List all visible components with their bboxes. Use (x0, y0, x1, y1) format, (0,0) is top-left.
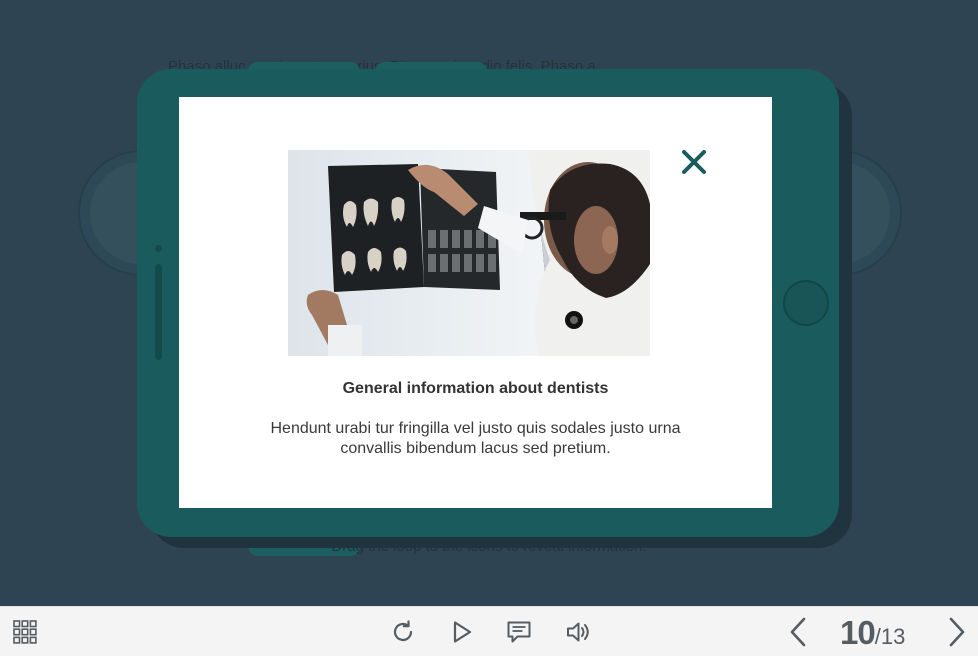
modal-title: General information about dentists (342, 380, 609, 397)
captions-icon (507, 621, 531, 643)
info-modal: General information about dentists Hendu… (179, 97, 772, 508)
dentist-xray-photo (288, 150, 650, 356)
volume-icon (567, 622, 589, 642)
grid-icon (13, 620, 37, 644)
play-icon (453, 621, 472, 643)
slide-counter: 10 / 13 (840, 614, 906, 651)
current-slide-number: 10 (840, 614, 876, 651)
play-button[interactable] (448, 617, 476, 647)
tablet-side-slot (155, 264, 162, 360)
chevron-right-icon (949, 617, 965, 647)
tablet-home-button (783, 280, 829, 326)
player-toolbar: 10 / 13 (0, 606, 978, 656)
tablet-camera (155, 245, 162, 252)
chevron-left-icon (790, 617, 806, 647)
previous-slide-button[interactable] (785, 617, 811, 647)
total-slides-number: 13 (880, 624, 906, 649)
captions-button[interactable] (504, 617, 534, 647)
menu-button[interactable] (11, 617, 39, 647)
replay-button[interactable] (388, 617, 418, 647)
close-button[interactable] (679, 147, 709, 177)
replay-icon (393, 620, 413, 641)
modal-body-text: Hendunt urabi tur fringilla vel justo qu… (270, 420, 681, 457)
close-icon (682, 150, 706, 174)
volume-button[interactable] (563, 617, 593, 647)
next-slide-button[interactable] (944, 617, 970, 647)
